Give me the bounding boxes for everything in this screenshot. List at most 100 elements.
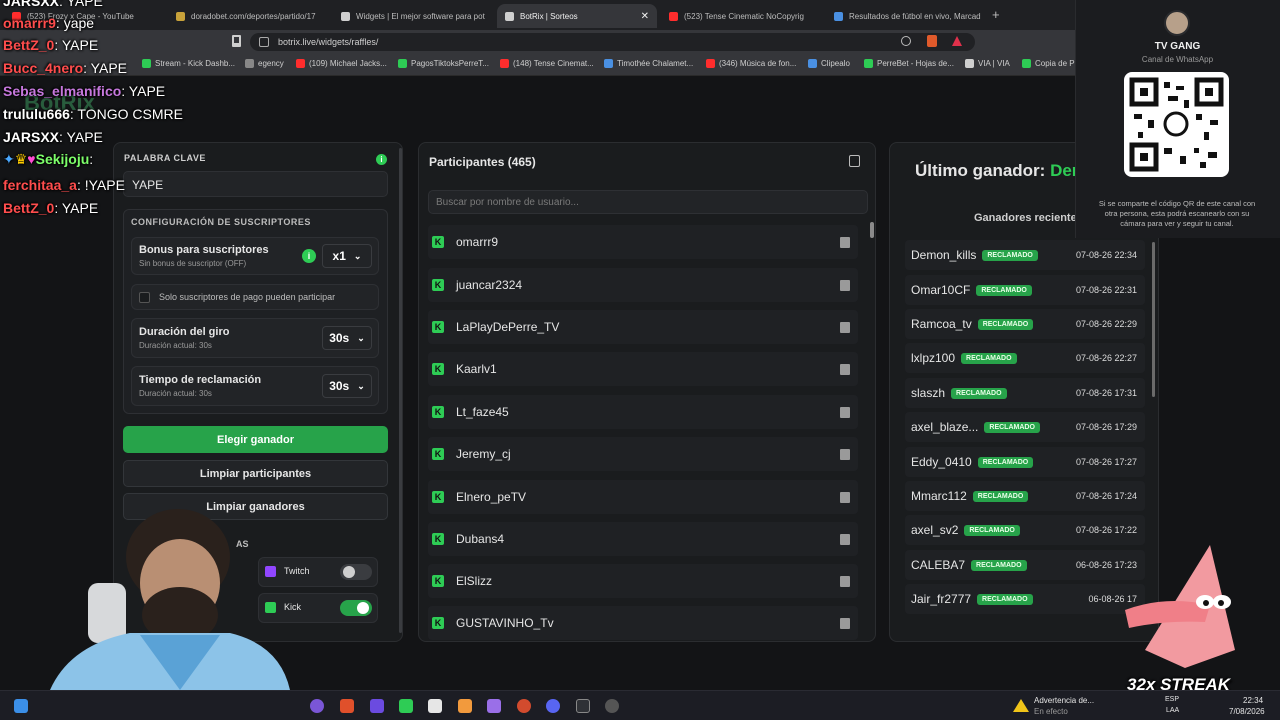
- kick-toggle[interactable]: [340, 600, 372, 616]
- participant-search-input[interactable]: Buscar por nombre de usuario...: [428, 190, 868, 214]
- winner-name: Mmarc112: [911, 489, 967, 503]
- bookmark-item[interactable]: egency: [245, 59, 284, 68]
- chat-user: Bucc_4nero: [3, 60, 84, 76]
- twitch-toggle[interactable]: [340, 564, 372, 580]
- chat-text: : YAPE: [121, 83, 166, 99]
- participant-name: Jeremy_cj: [456, 447, 511, 461]
- tab-resultados[interactable]: Resultados de fútbol en vivo, Marcad: [826, 4, 986, 28]
- trash-icon[interactable]: [840, 448, 850, 460]
- windows-start-icon[interactable]: [14, 699, 28, 713]
- winner-row: axel_blaze... RECLAMADO 07-08-26 17:29: [905, 412, 1145, 442]
- keyword-input[interactable]: YAPE: [123, 171, 388, 197]
- trash-icon[interactable]: [840, 279, 850, 291]
- bookmark-item[interactable]: PerreBet - Hojas de...: [864, 59, 954, 68]
- site-info-icon[interactable]: [259, 37, 269, 47]
- tab-doradobet[interactable]: doradobet.com/deportes/partido/17: [168, 4, 328, 28]
- app-icon[interactable]: [576, 699, 590, 713]
- bookmark-label: Copia de P: [1035, 59, 1075, 68]
- brave-shield-icon[interactable]: [927, 35, 937, 47]
- tab-youtube-tense[interactable]: (523) Tense Cinematic NoCopyrig: [661, 4, 821, 28]
- only-subs-label: Solo suscriptores de pago pueden partici…: [159, 292, 336, 302]
- trash-icon[interactable]: [840, 491, 850, 503]
- tab-widgets[interactable]: Widgets | El mejor software para pot: [333, 4, 493, 28]
- trash-icon[interactable]: [840, 236, 850, 248]
- obs-icon[interactable]: [605, 699, 619, 713]
- participant-name: Kaarlv1: [456, 362, 497, 376]
- bonus-dropdown[interactable]: x1 ⌄: [322, 244, 372, 268]
- pick-winner-button[interactable]: Elegir ganador: [123, 426, 388, 453]
- trash-icon[interactable]: [840, 617, 850, 629]
- chat-user: omarrr9: [3, 15, 56, 31]
- winner-name: slaszh: [911, 386, 946, 400]
- photos-icon[interactable]: [458, 699, 472, 713]
- claimed-badge: RECLAMADO: [971, 559, 1027, 571]
- language-code[interactable]: ESP: [1165, 696, 1179, 703]
- claim-time-dropdown[interactable]: 30s ⌄: [322, 374, 372, 398]
- claim-value: 30s: [329, 379, 350, 393]
- chat-message: JARSXX: YAPE: [3, 129, 103, 145]
- config-scrollbar[interactable]: [399, 148, 402, 633]
- trash-icon[interactable]: [840, 533, 850, 545]
- trash-icon[interactable]: [840, 363, 850, 375]
- app-icon[interactable]: [517, 699, 531, 713]
- trash-icon[interactable]: [840, 406, 850, 418]
- chat-message: ✦♛♥Sekijoju:: [3, 151, 93, 168]
- kick-icon: [142, 59, 151, 68]
- copy-icon[interactable]: [849, 155, 860, 167]
- kick-icon[interactable]: [399, 699, 413, 713]
- clear-participants-button[interactable]: Limpiar participantes: [123, 460, 388, 487]
- zoom-icon[interactable]: [901, 36, 911, 46]
- bookmark-item[interactable]: Timothée Chalamet...: [604, 59, 693, 68]
- trash-icon[interactable]: [840, 321, 850, 333]
- claimed-badge: RECLAMADO: [976, 284, 1032, 296]
- winners-scrollbar[interactable]: [1152, 242, 1155, 397]
- bookmark-item[interactable]: VIA | VIA: [965, 59, 1010, 68]
- url-field[interactable]: botrix.live/widgets/raffles/: [250, 33, 975, 51]
- patrick-graphic: [1125, 545, 1235, 668]
- app-icon[interactable]: [487, 699, 501, 713]
- bookmark-item[interactable]: Copia de P: [1022, 59, 1075, 68]
- tab-botrix-sorteos[interactable]: BotRix | Sorteos ✕: [497, 4, 657, 28]
- kick-icon: K: [432, 406, 444, 418]
- discord-icon[interactable]: [546, 699, 560, 713]
- chat-message: omarrr9: yape: [3, 15, 94, 31]
- bookmark-item[interactable]: (148) Tense Cinemat...: [500, 59, 594, 68]
- bookmark-item[interactable]: Clipealo: [808, 59, 850, 68]
- clock-time[interactable]: 22:34: [1243, 696, 1263, 705]
- bookmark-icon[interactable]: [232, 35, 241, 47]
- bookmark-label: egency: [258, 59, 284, 68]
- botrix-icon: [505, 11, 514, 21]
- only-subs-checkbox[interactable]: [139, 292, 150, 303]
- chat-user: Sekijoju: [35, 151, 90, 167]
- spin-duration-dropdown[interactable]: 30s ⌄: [322, 326, 372, 350]
- app-icon[interactable]: [310, 699, 324, 713]
- capcut-icon[interactable]: [428, 699, 442, 713]
- participant-row: K ElSlizz: [428, 564, 858, 598]
- kick-icon: K: [432, 491, 444, 503]
- trash-icon[interactable]: [840, 575, 850, 587]
- info-icon[interactable]: i: [302, 249, 316, 263]
- youtube-icon: [669, 11, 678, 21]
- participant-row: Komarrr9: [428, 225, 858, 259]
- bookmark-item[interactable]: (346) Música de fon...: [706, 59, 796, 68]
- new-tab-button[interactable]: +: [992, 7, 1000, 22]
- bookmark-item[interactable]: Stream - Kick Dashb...: [142, 59, 235, 68]
- brave-browser-icon[interactable]: [340, 699, 354, 713]
- claimed-badge: RECLAMADO: [984, 421, 1040, 433]
- app-grid-icon[interactable]: [370, 699, 384, 713]
- winner-date: 07-08-26 22:29: [1075, 319, 1137, 329]
- warning-icon[interactable]: [1013, 699, 1029, 712]
- claimed-badge: RECLAMADO: [977, 456, 1034, 468]
- close-icon[interactable]: ✕: [641, 11, 649, 22]
- bookmark-item[interactable]: (109) Michael Jacks...: [296, 59, 387, 68]
- qr-code: [1124, 72, 1229, 177]
- claimed-badge: RECLAMADO: [977, 593, 1033, 605]
- brave-rewards-icon[interactable]: [952, 36, 962, 46]
- tab-label: (523) Tense Cinematic NoCopyrig: [684, 11, 804, 21]
- info-icon[interactable]: i: [376, 154, 387, 165]
- url-text: botrix.live/widgets/raffles/: [278, 37, 379, 47]
- participants-scrollbar[interactable]: [870, 222, 874, 238]
- bookmark-item[interactable]: PagosTiktoksPerreT...: [398, 59, 489, 68]
- qr-code-pattern: [1129, 77, 1224, 172]
- participant-row: K GUSTAVINHO_Tv: [428, 606, 858, 640]
